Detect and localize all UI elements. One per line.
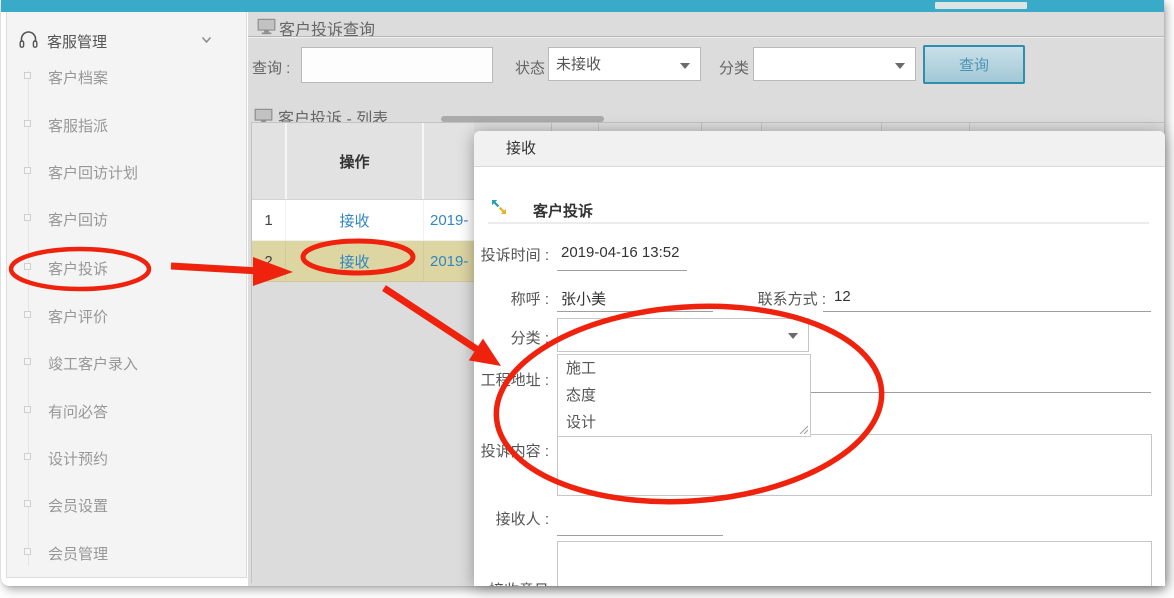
monitor-icon: [257, 18, 276, 35]
tree-node-icon: [24, 500, 31, 507]
sidebar-item-qa[interactable]: 有问必答: [7, 395, 246, 425]
option-attitude[interactable]: 态度: [558, 382, 810, 409]
table-row[interactable]: 1 接收 2019-: [252, 200, 477, 241]
contact-value[interactable]: 12: [834, 288, 851, 305]
complaint-time-value[interactable]: 2019-04-16 13:52: [561, 244, 679, 261]
sidebar-item-label: 客户回访计划: [48, 162, 138, 183]
sidebar-item-service-assign[interactable]: 客服指派: [7, 109, 246, 139]
dialog-titlebar[interactable]: 接收: [474, 131, 1165, 167]
table-row-selected[interactable]: 2 接收 2019-: [252, 241, 477, 282]
dropdown-arrow-icon: [895, 63, 905, 69]
field-underline: [557, 270, 687, 271]
date-link[interactable]: 2019-: [430, 253, 468, 270]
complaint-time-label: 投诉时间 :: [474, 244, 549, 265]
sidebar-item-member-settings[interactable]: 会员设置: [7, 489, 246, 519]
complaint-icon: [490, 198, 508, 216]
name-value[interactable]: 张小美: [561, 288, 606, 309]
sidebar-item-complaint[interactable]: 客户投诉: [7, 252, 246, 282]
content-label: 投诉内容 :: [474, 440, 549, 461]
app-window: 客服管理 客户档案 客服指派 客户回访计划 客户回访 客户投诉 客户评价 竣工客…: [0, 0, 1174, 598]
sidebar-item-revisit[interactable]: 客户回访: [7, 203, 246, 233]
option-construction[interactable]: 施工: [558, 355, 810, 382]
sidebar-item-label: 客户投诉: [48, 258, 108, 279]
status-value: 未接收: [556, 56, 601, 73]
sidebar-item-customer-archive[interactable]: 客户档案: [7, 61, 246, 91]
top-accent-bar: [1, 0, 1164, 12]
headset-icon: [18, 29, 39, 50]
dialog-title: 接收: [506, 131, 536, 166]
complaint-table: 操作 1 接收 2019- 2 接收 2019-: [251, 122, 477, 583]
opinion-textarea[interactable]: [557, 541, 1152, 586]
sidebar-group-customer-service[interactable]: 客服管理: [7, 24, 246, 60]
sidebar-item-revisit-plan[interactable]: 客户回访计划: [7, 156, 246, 186]
sidebar-item-label: 会员设置: [48, 495, 108, 516]
category-options-list: 施工 态度 设计: [557, 354, 811, 437]
search-label: 查询 :: [252, 57, 290, 78]
tree-node-icon: [24, 406, 31, 413]
table-header: 操作: [252, 123, 477, 200]
category-label: 分类: [719, 57, 749, 78]
contact-label: 联系方式 :: [754, 288, 826, 309]
status-select[interactable]: 未接收: [548, 47, 701, 81]
opinion-label: 接收意见: [474, 579, 549, 586]
sidebar-item-label: 客户档案: [48, 67, 108, 88]
sidebar-item-evaluation[interactable]: 客户评价: [7, 300, 246, 330]
sidebar-item-label: 竣工客户录入: [48, 353, 138, 374]
sidebar-group-label: 客服管理: [47, 31, 107, 52]
browser-content: 客服管理 客户档案 客服指派 客户回访计划 客户回访 客户投诉 客户评价 竣工客…: [1, 0, 1164, 586]
column-header-action: 操作: [285, 123, 424, 199]
content-textarea[interactable]: [557, 434, 1152, 496]
status-label: 状态: [515, 57, 545, 78]
name-label: 称呼 :: [474, 288, 549, 309]
resize-handle-icon[interactable]: [798, 424, 808, 434]
option-design[interactable]: 设计: [558, 409, 810, 436]
tree-node-icon: [24, 453, 31, 460]
address-label: 工程地址 :: [474, 369, 549, 390]
sidebar: 客服管理 客户档案 客服指派 客户回访计划 客户回访 客户投诉 客户评价 竣工客…: [6, 12, 247, 578]
sidebar-item-label: 客户评价: [48, 306, 108, 327]
dropdown-arrow-icon: [680, 63, 690, 69]
date-link[interactable]: 2019-: [430, 212, 468, 229]
receive-link[interactable]: 接收: [339, 210, 369, 231]
divider: [248, 36, 1164, 38]
tree-node-icon: [24, 214, 31, 221]
receive-link[interactable]: 接收: [339, 251, 369, 272]
tree-node-icon: [24, 263, 31, 270]
sidebar-item-label: 设计预约: [48, 448, 108, 469]
tree-node-icon: [24, 548, 31, 555]
category-field-select[interactable]: [557, 318, 809, 352]
field-underline: [823, 311, 1151, 312]
category-select[interactable]: [753, 47, 916, 81]
tree-node-icon: [24, 167, 31, 174]
tree-node-icon: [24, 120, 31, 127]
row-index: 2: [252, 241, 285, 281]
sidebar-item-completed-entry[interactable]: 竣工客户录入: [7, 347, 246, 377]
chevron-down-icon: [201, 36, 212, 44]
sidebar-item-label: 会员管理: [48, 543, 108, 564]
receiver-label: 接收人 :: [474, 508, 549, 529]
field-underline: [557, 311, 713, 312]
query-toolbar: 查询 : 状态 未接收 分类 查询: [248, 47, 1164, 85]
sidebar-item-member-management[interactable]: 会员管理: [7, 537, 246, 567]
row-index: 1: [252, 200, 285, 240]
tree-node-icon: [24, 72, 31, 79]
sidebar-item-label: 客户回访: [48, 209, 108, 230]
topbar-highlight: [935, 2, 1027, 9]
dropdown-arrow-icon: [788, 333, 798, 339]
tree-node-icon: [24, 358, 31, 365]
divider: [488, 222, 1149, 224]
receive-dialog: 接收 客户投诉 投诉时间 : 2019-04-16 13:52 称呼 : 张小美…: [474, 131, 1165, 586]
search-input[interactable]: [301, 47, 493, 83]
category-field-label: 分类 :: [474, 327, 549, 348]
dialog-section-title: 客户投诉: [533, 200, 593, 221]
sidebar-item-label: 客服指派: [48, 115, 108, 136]
field-underline: [557, 535, 723, 536]
tree-node-icon: [24, 311, 31, 318]
sidebar-item-label: 有问必答: [48, 401, 108, 422]
search-button[interactable]: 查询: [923, 45, 1025, 84]
sidebar-item-design-appointment[interactable]: 设计预约: [7, 442, 246, 472]
